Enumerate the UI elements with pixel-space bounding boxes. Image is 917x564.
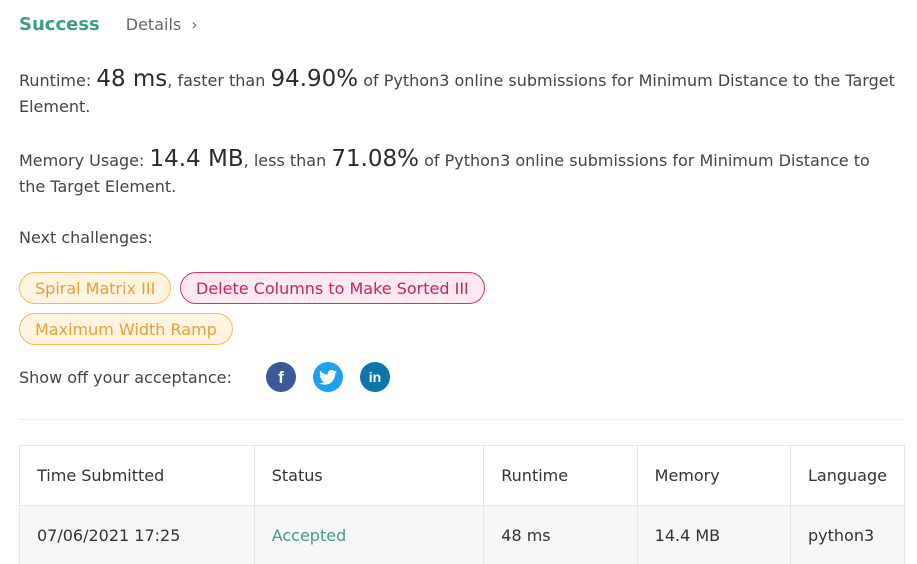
column-header-memory[interactable]: Memory [636,445,792,506]
linkedin-glyph: in [369,369,381,385]
submissions-table: Time Submitted Status Runtime Memory Lan… [19,445,905,564]
challenge-tag-delete-columns-to-make-sorted-iii[interactable]: Delete Columns to Make Sorted III [180,272,485,304]
cell-time-submitted: 07/06/2021 17:25 [19,505,255,564]
runtime-stat: Runtime: 48 ms, faster than 94.90% of Py… [19,66,899,120]
share-icons: f in [265,362,407,392]
challenge-tag-maximum-width-ramp[interactable]: Maximum Width Ramp [19,313,233,345]
details-link[interactable]: Details › [126,15,198,34]
runtime-value: 48 ms [96,66,168,92]
next-challenges-label: Next challenges: [19,228,153,247]
twitter-icon[interactable] [312,362,343,392]
runtime-middle: , faster than [167,71,271,90]
result-header: Success Details › [19,14,198,35]
column-header-status[interactable]: Status [253,445,485,506]
column-header-language[interactable]: Language [790,445,905,506]
facebook-glyph: f [278,368,284,387]
memory-percent: 71.08% [331,146,420,172]
section-divider [19,419,904,420]
challenge-tag-spiral-matrix-iii[interactable]: Spiral Matrix III [19,272,172,304]
memory-prefix: Memory Usage: [19,151,150,170]
memory-value: 14.4 MB [149,146,244,172]
share-section: Show off your acceptance: f in [19,362,407,392]
cell-memory: 14.4 MB [636,505,792,564]
success-status: Success [19,14,100,35]
column-header-runtime[interactable]: Runtime [483,445,638,506]
cell-language: python3 [790,505,905,564]
runtime-prefix: Runtime: [19,71,97,90]
memory-stat: Memory Usage: 14.4 MB, less than 71.08% … [19,146,899,200]
table-row: 07/06/2021 17:25 Accepted 48 ms 14.4 MB … [19,505,905,564]
share-label: Show off your acceptance: [19,367,232,387]
table-header-row: Time Submitted Status Runtime Memory Lan… [19,445,905,506]
cell-status-accepted-link[interactable]: Accepted [253,505,485,564]
memory-middle: , less than [243,151,332,170]
linkedin-icon[interactable]: in [359,362,390,392]
chevron-right-icon: › [191,15,198,34]
column-header-time-submitted[interactable]: Time Submitted [19,445,255,506]
runtime-percent: 94.90% [270,66,359,92]
cell-runtime: 48 ms [483,505,638,564]
submission-result-page: Success Details › Runtime: 48 ms, faster… [0,0,917,564]
details-label: Details [125,15,182,34]
facebook-icon[interactable]: f [265,362,296,392]
